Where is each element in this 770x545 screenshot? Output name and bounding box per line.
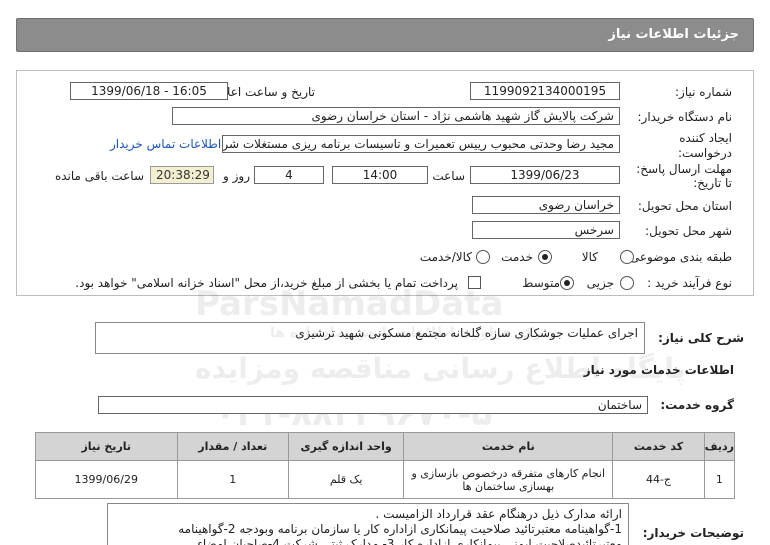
notes-line-3: معتبرتائیدصلاحیت ایمنی پیمانکاری ازاداره… [197,537,622,545]
category-radio-goods-service[interactable] [476,250,490,264]
creator-field: مجید رضا وحدتی محبوب رییس تعمیرات و تاسی… [222,135,620,153]
col-unit: واحد اندازه گیری [287,432,405,461]
need-number-field: 1199092134000195 [470,82,620,100]
description-label: شرح کلی نیاز: [658,331,744,345]
days-remaining-field: 4 [254,166,324,184]
col-row: ردیف [703,432,736,461]
deadline-date-field: 1399/06/23 [470,166,620,184]
buyer-field: شرکت پالایش گاز شهید هاشمی نژاد - استان … [172,107,620,125]
process-option-minor: جزیی [586,276,614,290]
days-label: روز و [223,169,250,183]
page-title: جزئیات اطلاعات نیاز [608,27,739,42]
remaining-time-label: ساعت باقی مانده [54,169,144,183]
page-header: جزئیات اطلاعات نیاز [16,18,754,52]
service-group-field: ساختمان [98,396,648,414]
announce-date-field: 1399/06/18 - 16:05 [70,82,228,100]
category-option-goods: کالا [581,250,598,264]
category-radio-goods[interactable] [620,250,634,264]
deadline-time-field: 14:00 [332,166,428,184]
buyer-notes-field: ارائه مدارک ذیل درهنگام عقد قرارداد الزا… [107,503,629,545]
category-label: طبقه بندی موضوعی: [625,250,732,264]
process-radio-medium[interactable] [560,276,574,290]
notes-line-1: ارائه مدارک ذیل درهنگام عقد قرارداد الزا… [375,507,622,521]
cell-name: انجام کارهای متفرقه درخصوص بازسازی و بهس… [403,460,614,499]
col-name: نام خدمت [403,432,614,461]
buyer-notes-label: توضیحات خریدار: [642,526,744,540]
col-code: کد خدمت [612,432,705,461]
category-radio-service[interactable] [538,250,552,264]
service-group-label: گروه خدمت: [660,398,734,412]
deadline-label-1: مهلت ارسال پاسخ: [636,162,732,176]
creator-label-1: ایجاد کننده [679,131,732,145]
deadline-label-2: تا تاریخ: [693,176,732,190]
cell-unit: یک قلم [287,460,405,499]
buyer-label: نام دستگاه خریدار: [637,110,733,124]
cell-qty: 1 [176,460,289,499]
cell-row: 1 [703,460,736,499]
buyer-contact-link[interactable]: اطلاعات تماس خریدار [110,137,221,151]
process-label: نوع فرآیند خرید : [647,276,732,290]
col-date: تاریخ نیاز [35,432,178,461]
cell-date: 1399/06/29 [35,460,178,499]
services-table: ردیف کد خدمت نام خدمت واحد اندازه گیری ت… [35,432,736,499]
description-field: اجرای عملیات جوشکاری سازه گلخانه مجتمع م… [95,322,645,354]
category-option-service: خدمت [501,250,533,264]
deadline-time-label: ساعت [432,169,465,183]
city-field: سرخس [472,221,620,239]
process-option-medium: متوسط [522,276,560,290]
remaining-time-field: 20:38:29 [150,166,214,184]
province-field: خراسان رضوی [472,196,620,214]
province-label: استان محل تحویل: [637,199,732,213]
treasury-payment-note: پرداخت تمام یا بخشی از مبلغ خرید،از محل … [75,276,458,290]
services-table-header: ردیف کد خدمت نام خدمت واحد اندازه گیری ت… [35,432,736,461]
services-section-title: اطلاعات خدمات مورد نیاز [583,363,734,377]
category-option-goods-service: کالا/خدمت [419,250,472,264]
notes-line-2: 1-گواهینامه معتبرتائید صلاحیت پیمانکاری … [178,522,622,536]
col-qty: تعداد / مقدار [176,432,289,461]
process-radio-minor[interactable] [620,276,634,290]
treasury-payment-checkbox[interactable] [468,276,481,289]
table-row: 1 ج-44 انجام کارهای متفرقه درخصوص بازساز… [35,460,736,499]
creator-label-2: درخواست: [678,146,732,160]
city-label: شهر محل تحویل: [645,224,732,238]
need-number-label: شماره نیاز: [675,85,732,99]
cell-code: ج-44 [612,460,705,499]
